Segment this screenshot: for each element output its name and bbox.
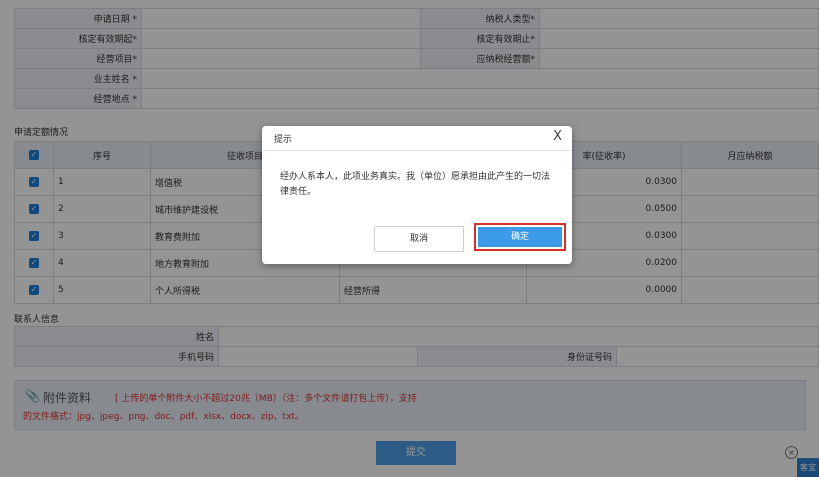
ok-button-highlight: 确定 <box>474 223 566 251</box>
dialog-header: 提示 X <box>262 126 572 151</box>
ok-button[interactable]: 确定 <box>478 227 562 247</box>
confirm-dialog: 提示 X 经办人系本人，此项业务真实。我（单位）愿承担由此产生的一切法律责任。 … <box>262 126 572 264</box>
dialog-message: 经办人系本人，此项业务真实。我（单位）愿承担由此产生的一切法律责任。 <box>280 172 551 197</box>
close-icon[interactable]: X <box>553 129 562 144</box>
dialog-title: 提示 <box>274 135 293 145</box>
cancel-button[interactable]: 取消 <box>374 226 464 252</box>
